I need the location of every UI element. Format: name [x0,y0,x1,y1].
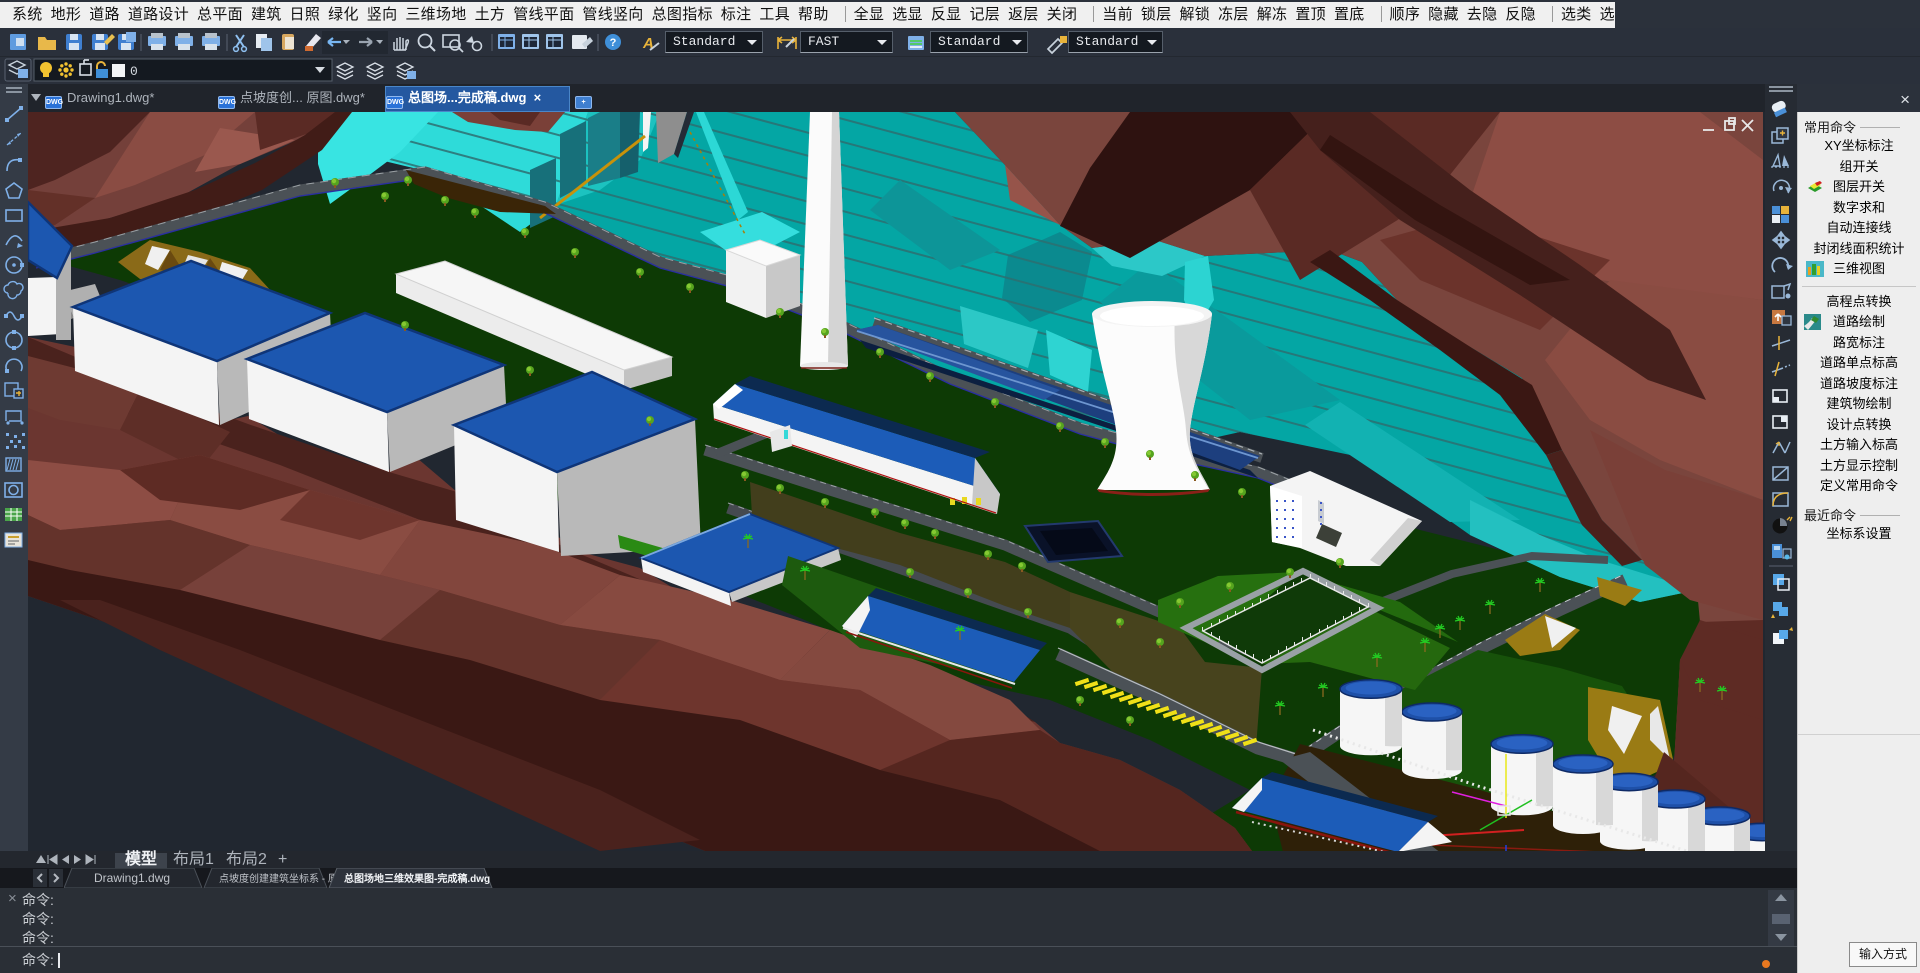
svg-text:?: ? [610,37,617,49]
svg-text:总图场地三维效果图-完成稿.dwg: 总图场地三维效果图-完成稿.dwg [344,872,490,885]
svg-text:0: 0 [130,64,138,79]
svg-text:Drawing1.dwg: Drawing1.dwg [94,871,170,885]
